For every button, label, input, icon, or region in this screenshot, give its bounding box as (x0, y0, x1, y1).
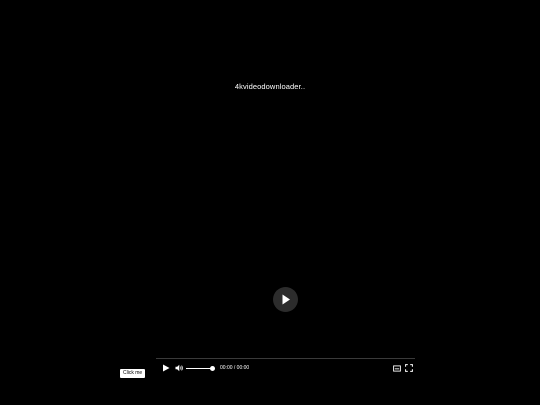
video-title: 4kvideodownloader.. (234, 82, 306, 91)
tooltip: Click me (120, 369, 146, 378)
control-bar: 00:00 / 00:00 (156, 358, 415, 378)
volume-icon (175, 364, 183, 372)
volume-slider[interactable] (186, 365, 215, 371)
captions-button[interactable] (392, 363, 402, 373)
volume-fill (186, 367, 212, 369)
play-icon (282, 294, 290, 305)
mute-button[interactable] (174, 363, 184, 373)
fullscreen-button[interactable] (404, 363, 414, 373)
play-icon (163, 364, 170, 372)
video-player[interactable]: 4kvideodownloader.. 00:00 / 00:00 Click … (0, 0, 540, 405)
fullscreen-icon (405, 364, 413, 372)
big-play-button[interactable] (273, 287, 298, 312)
time-display: 00:00 / 00:00 (220, 365, 250, 371)
volume-handle[interactable] (209, 365, 215, 371)
play-button[interactable] (161, 363, 171, 373)
captions-icon (393, 364, 401, 372)
